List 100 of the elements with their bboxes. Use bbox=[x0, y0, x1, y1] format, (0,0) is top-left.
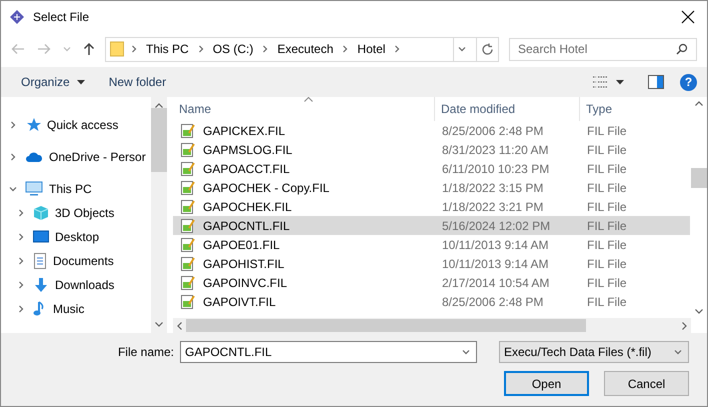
column-header[interactable]: Type bbox=[580, 97, 691, 121]
organize-menu-button[interactable]: Organize bbox=[13, 71, 93, 93]
date-modified: 5/16/2024 12:02 PM bbox=[442, 218, 550, 232]
scroll-left-icon[interactable] bbox=[177, 322, 182, 330]
file-row[interactable]: GAPOCHEK - Copy.FIL 1/18/2022 3:15 PM FIL File bbox=[173, 178, 690, 197]
file-type-dropdown[interactable]: Execu/Tech Data Files (*.fil) bbox=[499, 341, 689, 363]
nav-item[interactable]: Music bbox=[53, 302, 84, 316]
close-icon[interactable] bbox=[681, 10, 695, 24]
star-icon bbox=[25, 117, 41, 133]
file-type: FIL File bbox=[587, 294, 627, 308]
expand-chevron-icon[interactable] bbox=[17, 257, 25, 265]
up-arrow-icon[interactable] bbox=[83, 42, 95, 56]
breadcrumb-chevron-icon[interactable] bbox=[261, 45, 270, 53]
preview-pane-icon[interactable] bbox=[648, 75, 664, 89]
file-row[interactable]: GAPOCNTL.FIL 5/16/2024 12:02 PM FIL File bbox=[173, 216, 690, 235]
nav-item[interactable]: Documents bbox=[53, 254, 114, 268]
scroll-down-icon[interactable] bbox=[695, 309, 703, 314]
file-type: FIL File bbox=[587, 256, 627, 270]
expand-chevron-icon[interactable] bbox=[9, 153, 17, 161]
breadcrumb-chevron-icon[interactable] bbox=[393, 45, 402, 53]
breadcrumb[interactable]: Hotel bbox=[357, 42, 386, 56]
file-row[interactable]: GAPOE01.FIL 10/11/2013 9:14 AM FIL File bbox=[173, 235, 690, 254]
nav-item[interactable]: This PC bbox=[49, 182, 92, 196]
scroll-up-icon[interactable] bbox=[155, 103, 163, 108]
breadcrumb-chevron-icon[interactable] bbox=[341, 45, 350, 53]
dropdown-chevron-icon[interactable] bbox=[674, 348, 682, 356]
date-modified: 8/25/2006 2:48 PM bbox=[442, 124, 544, 138]
scrollbar-thumb[interactable] bbox=[186, 319, 586, 332]
expand-chevron-icon[interactable] bbox=[17, 209, 25, 217]
dialog-button[interactable]: Cancel bbox=[604, 371, 689, 396]
refresh-icon[interactable] bbox=[481, 42, 494, 56]
collapse-chevron-icon[interactable] bbox=[9, 185, 17, 193]
scrollbar-thumb[interactable] bbox=[691, 168, 707, 188]
scroll-down-icon[interactable] bbox=[155, 322, 163, 327]
file-icon bbox=[180, 198, 196, 214]
file-icon bbox=[180, 274, 196, 290]
expand-chevron-icon[interactable] bbox=[9, 121, 17, 129]
nav-item[interactable]: 3D Objects bbox=[55, 206, 114, 220]
file-type: FIL File bbox=[587, 218, 627, 232]
search-field[interactable]: Search Hotel bbox=[509, 38, 697, 60]
file-row[interactable]: GAPICKEX.FIL 8/25/2006 2:48 PM FIL File bbox=[173, 121, 690, 140]
breadcrumb-chevron-icon[interactable] bbox=[130, 45, 138, 53]
expand-chevron-icon[interactable] bbox=[17, 233, 25, 241]
file-icon bbox=[180, 256, 196, 272]
caret-icon bbox=[76, 80, 85, 84]
search-icon bbox=[676, 43, 688, 55]
file-icon bbox=[180, 122, 196, 138]
file-icon bbox=[180, 294, 196, 310]
file-icon bbox=[180, 218, 196, 234]
nav-item[interactable]: Downloads bbox=[55, 278, 114, 292]
file-name: GAPOCNTL.FIL bbox=[203, 218, 290, 232]
file-row[interactable]: GAPMSLOG.FIL 8/31/2023 11:20 AM FIL File bbox=[173, 140, 690, 159]
expand-chevron-icon[interactable] bbox=[17, 305, 25, 313]
desktop-icon bbox=[33, 230, 49, 244]
file-type: FIL File bbox=[587, 124, 627, 138]
nav-item[interactable]: Desktop bbox=[55, 230, 100, 244]
file-name: GAPICKEX.FIL bbox=[203, 124, 286, 138]
date-modified: 8/25/2006 2:48 PM bbox=[442, 294, 544, 308]
document-icon bbox=[33, 253, 47, 269]
file-row[interactable]: GAPOACCT.FIL 6/11/2010 10:23 PM FIL File bbox=[173, 159, 690, 178]
nav-item[interactable]: OneDrive - Persor bbox=[49, 150, 146, 164]
address-dropdown-icon[interactable] bbox=[458, 45, 466, 53]
file-icon bbox=[180, 160, 196, 176]
expand-chevron-icon[interactable] bbox=[17, 281, 25, 289]
breadcrumb[interactable]: This PC bbox=[146, 42, 189, 56]
scrollbar-thumb[interactable] bbox=[151, 108, 167, 172]
scroll-right-icon[interactable] bbox=[682, 322, 687, 330]
dialog-button[interactable]: Open bbox=[504, 371, 589, 396]
file-row[interactable]: GAPOHIST.FIL 10/11/2013 9:14 AM FIL File bbox=[173, 254, 690, 273]
file-name: GAPMSLOG.FIL bbox=[203, 142, 292, 156]
file-name: GAPOE01.FIL bbox=[203, 238, 280, 252]
nav-item[interactable]: Quick access bbox=[47, 118, 118, 132]
column-header[interactable]: Name bbox=[173, 97, 435, 121]
scrollbar[interactable] bbox=[173, 318, 691, 333]
file-row[interactable]: GAPOINVC.FIL 2/17/2014 10:54 AM FIL File bbox=[173, 273, 690, 292]
sort-caret-icon bbox=[304, 97, 312, 102]
file-row[interactable]: GAPOIVT.FIL 8/25/2006 2:48 PM FIL File bbox=[173, 292, 690, 311]
breadcrumb[interactable]: Executech bbox=[277, 42, 334, 56]
address-bar[interactable]: This PC OS (C:) Executech Hotel bbox=[105, 36, 499, 62]
new-folder-button[interactable]: New folder bbox=[100, 71, 174, 93]
view-options-icon[interactable] bbox=[592, 75, 608, 89]
breadcrumb[interactable]: OS (C:) bbox=[212, 42, 254, 56]
file-row[interactable]: GAPOCHEK.FIL 1/18/2022 3:21 PM FIL File bbox=[173, 197, 690, 216]
download-arrow-icon bbox=[33, 277, 49, 293]
column-header[interactable]: Date modified bbox=[435, 97, 580, 121]
file-name: GAPOCHEK.FIL bbox=[203, 200, 292, 214]
dropdown-chevron-icon[interactable] bbox=[462, 348, 470, 356]
file-name-field[interactable]: GAPOCNTL.FIL bbox=[180, 341, 477, 363]
help-button[interactable]: ? bbox=[680, 74, 697, 90]
file-type: FIL File bbox=[587, 142, 627, 156]
file-icon bbox=[180, 236, 196, 252]
scroll-up-icon[interactable] bbox=[695, 101, 703, 106]
file-icon bbox=[180, 180, 196, 196]
date-modified: 10/11/2013 9:14 AM bbox=[442, 238, 549, 252]
date-modified: 1/18/2022 3:15 PM bbox=[442, 180, 544, 194]
breadcrumb-chevron-icon[interactable] bbox=[196, 45, 205, 53]
date-modified: 10/11/2013 9:14 AM bbox=[442, 256, 549, 270]
file-type: FIL File bbox=[587, 200, 627, 214]
caret-icon[interactable] bbox=[616, 80, 624, 84]
folder-icon bbox=[110, 41, 124, 57]
